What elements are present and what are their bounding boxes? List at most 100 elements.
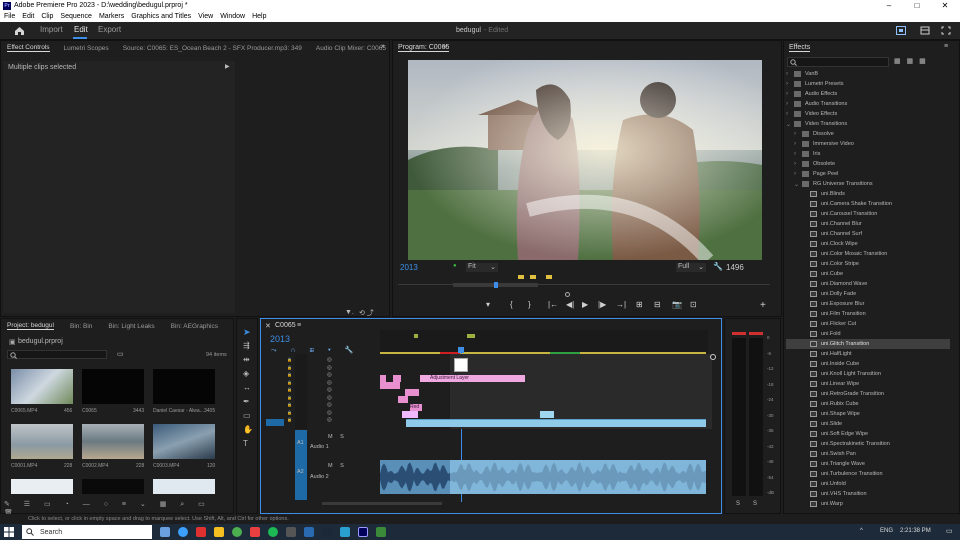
track-lock-icon[interactable]: 🔒 [287,402,292,407]
effect-item[interactable]: uni.Dolly Fade [786,289,950,299]
a2-mute-solo[interactable]: M S [328,463,347,469]
effects-folder[interactable]: › Obsolete [786,159,950,169]
edge-icon[interactable] [178,527,188,537]
rectangle-tool-icon[interactable]: ▭ [243,411,251,420]
vscroll-handle[interactable] [710,354,716,360]
effects-folder[interactable]: › Audio Transitions [786,99,950,109]
project-search-input[interactable] [7,350,107,359]
timeline-scroll-left[interactable] [322,502,442,505]
extract-button[interactable]: ⊟ [654,300,661,309]
thumbnail-c0001[interactable] [11,424,73,459]
program-timeruler[interactable] [398,272,770,297]
effect-item[interactable]: uni.Cube [786,269,950,279]
effects-folder[interactable]: › Dissolve [786,129,950,139]
track-lock-icon[interactable]: 🔒 [287,365,292,370]
close-window-button[interactable]: ✕ [931,0,959,11]
program-menu-icon[interactable]: ≡ [443,44,447,51]
menu-window[interactable]: Window [220,13,245,20]
filter-icon[interactable]: ▼. [345,309,354,316]
quality-dropdown[interactable]: Full ⌄ [676,263,706,272]
notification-icon[interactable]: ▭ [946,527,953,535]
steam-icon[interactable] [322,527,332,537]
keyboard-language[interactable]: ENG [880,528,893,534]
adobe-icon[interactable] [196,527,206,537]
premiere-taskbar-icon[interactable] [358,527,368,537]
taskbar-clock[interactable]: 2:21:38 PM [900,528,931,534]
effect-item[interactable]: uni.Warp [786,499,950,509]
ripple-edit-tool-icon[interactable]: ⇹ [243,355,250,364]
clip-red[interactable]: Red [410,404,422,411]
menu-sequence[interactable]: Sequence [60,13,92,20]
thumbnail-c0065-mp4[interactable] [11,369,73,404]
clip-blue[interactable] [540,411,554,418]
chevron-down-icon[interactable]: ⌄ [786,121,794,128]
tab-edit[interactable]: Edit [74,25,88,34]
effect-item[interactable]: uni.Channel Surf [786,229,950,239]
tab-export[interactable]: Export [98,25,121,34]
lift-button[interactable]: ⊞ [636,300,643,309]
track-lock-icon[interactable]: 🔒 [287,357,292,362]
slip-tool-icon[interactable]: ↔ [243,383,251,392]
chevron-right-icon[interactable]: › [794,171,802,177]
clip-pink[interactable] [393,375,401,382]
timeline-ruler[interactable] [380,330,708,354]
v1-source-patch[interactable] [266,419,284,426]
effect-item[interactable]: uni.Linear Wipe [786,379,950,389]
thumbnail-row3-a[interactable] [11,479,73,494]
effect-item[interactable]: uni.Triangle Wave [786,459,950,469]
effects-folder[interactable]: › Video Effects [786,109,950,119]
step-forward-button[interactable]: |▶ [598,300,606,309]
a1-mute-solo[interactable]: M S [328,434,347,440]
tab-audio-clip-mixer[interactable]: Audio Clip Mixer: C0065 [316,45,386,52]
program-timecode[interactable]: 2013 [400,263,418,272]
chevron-right-icon[interactable]: › [786,71,794,77]
timeline-timecode[interactable]: 2013 [270,334,290,344]
panel-overflow-icon[interactable]: » [381,43,385,50]
button-editor-add[interactable]: + [760,300,766,311]
track-visibility-icon[interactable]: ◎ [327,380,332,386]
hand-tool-icon[interactable]: ✋ [243,425,253,434]
track-visibility-icon[interactable]: ◎ [327,402,332,408]
effect-item[interactable]: uni.Camera Shake Transition [786,199,950,209]
menu-clip[interactable]: Clip [41,13,53,20]
tab-source[interactable]: Source: C0065: ES_Ocean Beach 2 - SFX Pr… [123,45,302,52]
export-frame-button[interactable]: 📷 [672,300,682,309]
track-lock-icon[interactable]: 🔒 [287,417,292,422]
effect-item[interactable]: uni.Flicker Cut [786,319,950,329]
taskbar-search-box[interactable]: Search [22,525,152,539]
chrome-icon[interactable] [232,527,242,537]
chevron-right-icon[interactable]: › [794,161,802,167]
chevron-right-icon[interactable]: › [794,151,802,157]
task-view-icon[interactable] [160,527,170,537]
quick-export-icon[interactable] [896,26,906,35]
clip-v1-main[interactable] [406,419,706,427]
home-icon[interactable] [14,26,25,36]
thumbnail-c0065[interactable] [82,369,144,404]
clip-lavender[interactable] [402,411,418,418]
effect-item[interactable]: uni.Color Stripe [786,259,950,269]
clip-pink[interactable] [398,396,408,403]
windows-start-icon[interactable] [4,527,14,537]
app-icon[interactable] [250,527,260,537]
effects-filter-icons[interactable]: ▦ ▦ ▦ [894,57,928,65]
track-visibility-icon[interactable]: ◎ [327,357,332,363]
fit-dropdown[interactable]: Fit ⌄ [466,263,498,272]
track-visibility-icon[interactable]: ◎ [327,417,332,423]
clip-white[interactable] [454,358,468,372]
clip-pink[interactable] [405,389,419,396]
effect-item[interactable]: uni.VHS Transition [786,489,950,499]
effect-item[interactable]: uni.RetroGrade Transition [786,389,950,399]
effects-folder[interactable]: › VanB [786,69,950,79]
tab-project[interactable]: Project: bedugul [7,322,54,330]
track-lock-icon[interactable]: 🔒 [287,387,292,392]
tab-aegraphics[interactable]: Bin: AEGraphics [171,323,218,330]
track-visibility-icon[interactable]: ◎ [327,365,332,371]
chevron-right-icon[interactable]: › [794,131,802,137]
effects-folder[interactable]: › Iris [786,149,950,159]
effect-item[interactable]: uni.Glitch Transition [786,339,950,349]
thumbnail-c0002[interactable] [82,424,144,459]
effects-search-input[interactable] [787,57,889,67]
menu-markers[interactable]: Markers [99,13,124,20]
track-lock-icon[interactable]: 🔒 [287,395,292,400]
meter-solo-left[interactable]: S [736,501,740,507]
